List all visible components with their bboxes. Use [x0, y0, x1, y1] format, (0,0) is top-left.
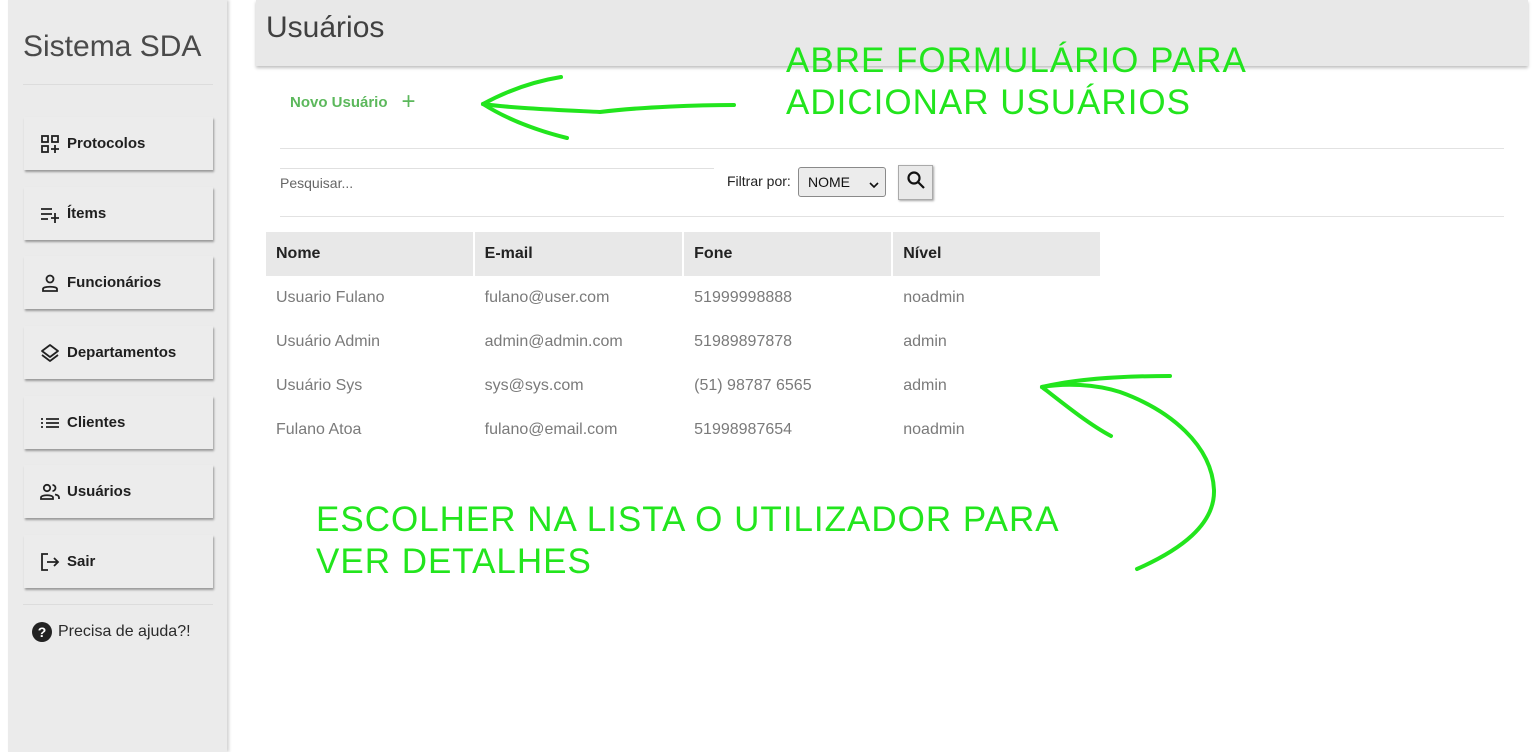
column-header: Nome [266, 232, 473, 276]
cell-email: sys@sys.com [484, 377, 584, 394]
sidebar-item-usuarios[interactable]: Usuários [24, 465, 213, 518]
cell-name: Usuário Admin [276, 333, 381, 350]
sidebar-item-protocolos[interactable]: Protocolos [24, 117, 213, 170]
filter-select[interactable]: NOME [798, 167, 886, 197]
sidebar-item-sair[interactable]: Sair [24, 535, 213, 588]
table-row[interactable]: Usuário Admin admin@admin.com 5198989787… [266, 320, 1100, 364]
annotation-bottom: ESCOLHER NA LISTA O UTILIZADOR PARA VER … [316, 499, 1060, 583]
sidebar-item-departamentos[interactable]: Departamentos [24, 326, 213, 379]
annotation-top-line2: ADICIONAR USUÁRIOS [786, 83, 1191, 122]
sidebar-item-label: Departamentos [67, 344, 177, 361]
cell-email: admin@admin.com [484, 333, 623, 350]
column-header: E-mail [474, 232, 683, 276]
layers-icon [40, 343, 60, 363]
cell-level: admin [903, 377, 947, 394]
new-user-label: Novo Usuário [290, 93, 388, 111]
annotation-bottom-line2: VER DETALHES [316, 542, 592, 581]
help-label: Precisa de ajuda?! [58, 623, 191, 640]
table-header-row: Nome E-mail Fone Nível [266, 232, 1100, 276]
cell-level: noadmin [903, 289, 965, 306]
users-table: Nome E-mail Fone Nível Usuario Fulano fu… [264, 232, 1102, 452]
annotation-top-line1: ABRE FORMULÁRIO PARA [786, 41, 1247, 80]
column-header: Nível [893, 232, 1100, 276]
sidebar-item-label: Protocolos [67, 135, 146, 152]
sidebar-item-label: Clientes [67, 414, 126, 431]
cell-phone: (51) 98787 6565 [694, 377, 812, 394]
arrow-head-upper [481, 75, 563, 106]
search-button[interactable] [898, 165, 933, 200]
page-title: Usuários [266, 11, 385, 44]
group-icon [40, 482, 60, 502]
person-icon [40, 273, 60, 293]
sidebar-item-clientes[interactable]: Clientes [24, 396, 213, 449]
arrow-head-lower [481, 102, 569, 140]
grid-plus-icon [40, 134, 60, 154]
annotation-top: ABRE FORMULÁRIO PARA ADICIONAR USUÁRIOS [786, 40, 1247, 124]
column-header: Fone [684, 232, 892, 276]
arrow-to-new-user [481, 102, 736, 114]
sidebar-divider [23, 604, 213, 605]
brand-title: Sistema SDA [23, 30, 202, 63]
table-row[interactable]: Fulano Atoa fulano@email.com 51998987654… [266, 408, 1100, 452]
plus-icon: + [401, 88, 416, 115]
filter-selected-value: NOME [808, 174, 850, 190]
list-icon [40, 413, 60, 433]
divider [280, 216, 1504, 217]
cell-phone: 51998987654 [694, 421, 793, 438]
help-link[interactable]: ? Precisa de ajuda?! [32, 622, 191, 642]
sidebar: Sistema SDA Protocolos Ítems Funcionário… [8, 0, 227, 752]
sidebar-item-label: Usuários [67, 483, 132, 500]
sidebar-item-label: Ítems [67, 205, 107, 222]
help-icon: ? [32, 622, 52, 642]
filter-label: Filtrar por: [727, 173, 791, 189]
new-user-button[interactable]: Novo Usuário + [290, 88, 416, 115]
sidebar-item-funcionarios[interactable]: Funcionários [24, 256, 213, 309]
cell-phone: 51999998888 [694, 289, 793, 306]
cell-phone: 51989897878 [694, 333, 793, 350]
cell-name: Usuário Sys [276, 377, 363, 394]
search-icon [906, 170, 926, 195]
annotation-bottom-line1: ESCOLHER NA LISTA O UTILIZADOR PARA [316, 500, 1060, 539]
sidebar-item-label: Funcionários [67, 274, 162, 291]
cell-level: noadmin [903, 421, 965, 438]
cell-name: Fulano Atoa [276, 421, 362, 438]
table-row[interactable]: Usuario Fulano fulano@user.com 519999988… [266, 276, 1100, 320]
sidebar-item-items[interactable]: Ítems [24, 187, 213, 240]
search-input[interactable] [280, 168, 714, 197]
sidebar-item-label: Sair [67, 553, 96, 570]
cell-name: Usuario Fulano [276, 289, 385, 306]
divider [280, 148, 1504, 149]
sidebar-divider [23, 84, 213, 85]
cell-level: admin [903, 333, 947, 350]
playlist-add-icon [40, 204, 60, 224]
logout-icon [40, 552, 60, 572]
cell-email: fulano@user.com [484, 289, 610, 306]
chevron-down-icon [869, 177, 879, 193]
table-row[interactable]: Usuário Sys sys@sys.com (51) 98787 6565 … [266, 364, 1100, 408]
cell-email: fulano@email.com [484, 421, 618, 438]
